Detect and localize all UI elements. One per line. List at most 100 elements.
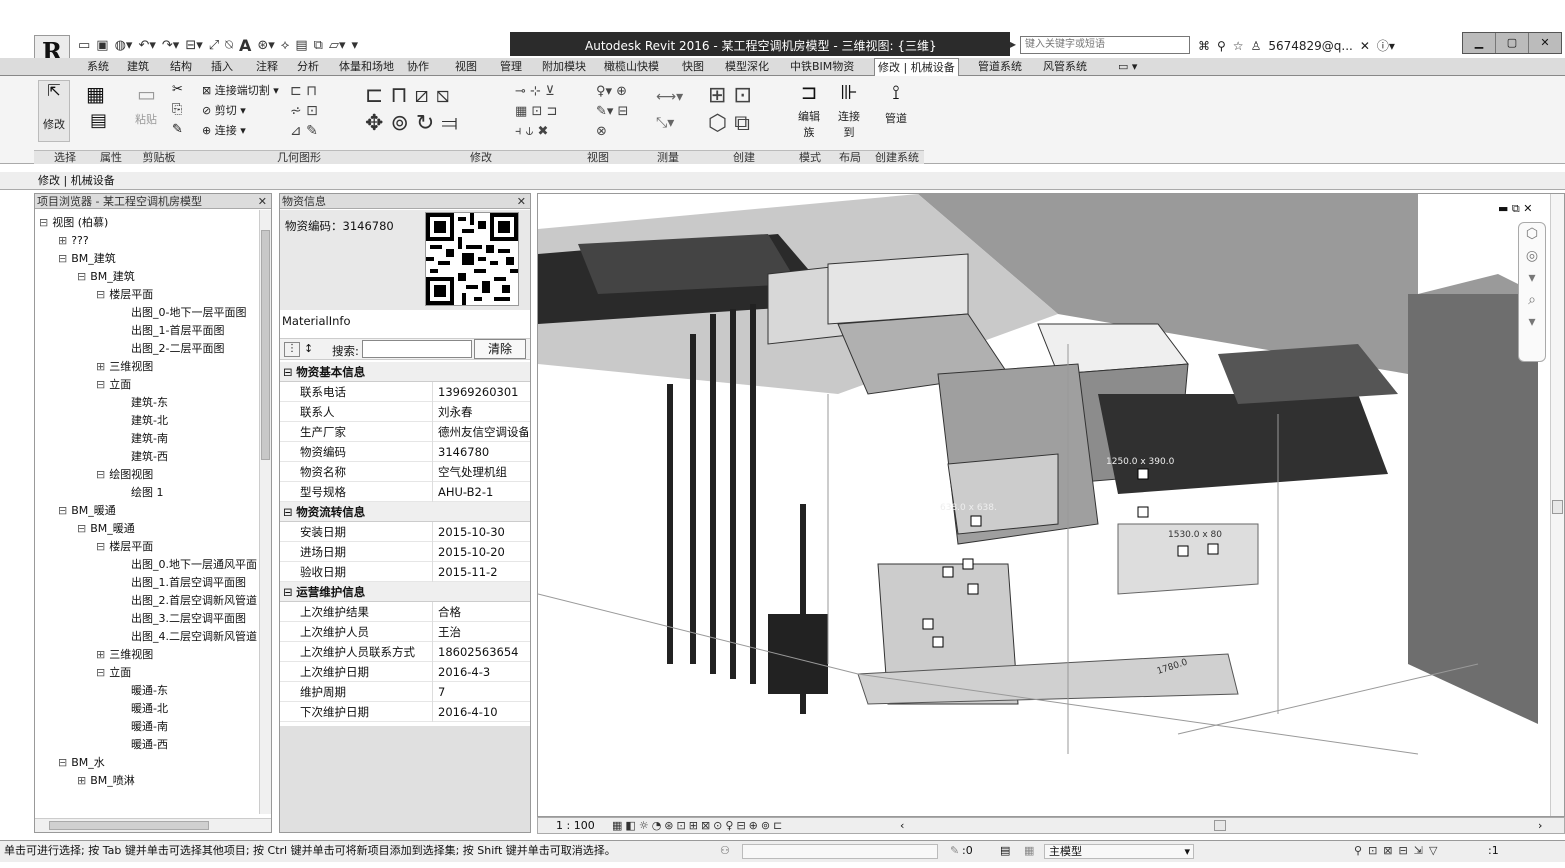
measure-between-icon[interactable]: ⟷▾ (656, 84, 683, 110)
property-value[interactable]: 3146780 (438, 442, 528, 462)
material-search-input[interactable] (362, 340, 472, 358)
property-value[interactable]: 王治 (438, 622, 528, 642)
collapse-icon[interactable]: ⊟ (96, 468, 105, 481)
thin-lines-icon[interactable]: ▤ (295, 38, 307, 53)
subscription-icon[interactable]: ⚲ (1217, 39, 1226, 53)
property-value[interactable]: 7 (438, 682, 528, 702)
zoom-icon[interactable]: ⌕ (1519, 289, 1545, 311)
collapse-icon[interactable]: ⊟ (283, 365, 296, 379)
temp-hide-icon[interactable]: ⊙ (713, 819, 725, 832)
tree-node[interactable]: 出图_4.二层空调新风管道 (115, 628, 257, 646)
switch-windows-icon[interactable]: ▱▾ (329, 38, 346, 53)
property-group-header[interactable]: ⊟ 物资基本信息 (280, 362, 530, 382)
help-search-input[interactable]: 键入关键字或短语 (1020, 36, 1190, 54)
section-icon[interactable]: ⟡ (281, 38, 290, 53)
tree-node[interactable]: 出图_0.地下一层通风平面 (115, 556, 257, 574)
tree-node[interactable]: ⊞ BM_喷淋 (77, 772, 135, 790)
tree-horizontal-scrollbar[interactable] (35, 818, 271, 832)
collapse-icon[interactable]: ⊟ (58, 504, 67, 517)
property-value[interactable]: 合格 (438, 602, 528, 622)
dimension-icon[interactable]: ⤢ (209, 38, 219, 53)
delete-icon[interactable]: ✖ (538, 124, 549, 139)
tree-node[interactable]: ⊟ 视图 (柏慕) (39, 214, 108, 232)
tree-node[interactable]: ⊟ BM_水 (58, 754, 105, 772)
tree-hscroll-thumb[interactable] (49, 821, 209, 830)
select-pinned-icon[interactable]: ⊠ (1383, 844, 1398, 857)
trim-multiple-icon[interactable]: ⫝ (526, 124, 534, 139)
tab-11[interactable]: 橄榄山快模 (601, 58, 662, 76)
align-icon[interactable]: ⊏ (365, 83, 383, 108)
property-value[interactable]: 2016-4-10 (438, 702, 528, 722)
array-icon[interactable]: ▦ (515, 104, 527, 119)
demolish-icon[interactable]: ⊿ ✎ (290, 121, 318, 141)
tab-14[interactable]: 中铁BIM物资 (787, 58, 857, 76)
design-option-dropdown[interactable]: 主模型 ▾ (1044, 844, 1194, 859)
tab-0[interactable]: 系统 (84, 58, 112, 76)
tab-4[interactable]: 注释 (253, 58, 281, 76)
viewport-vertical-scrollbar[interactable] (1550, 194, 1564, 816)
property-row[interactable]: 上次维护人员 王治 (280, 622, 530, 642)
viewbar-left-arrow-icon[interactable]: ‹ (900, 818, 904, 833)
expand-icon[interactable]: ⊞ (96, 648, 105, 661)
text-icon[interactable]: A (239, 36, 251, 55)
collapse-icon[interactable]: ⊟ (77, 270, 86, 283)
categorized-icon[interactable]: ⋮ (284, 342, 300, 357)
collapse-icon[interactable]: ⊟ (96, 540, 105, 553)
ribbon-minimize-toggle-icon[interactable]: ▭ ▾ (1115, 58, 1140, 76)
view-minimize-icon[interactable]: ▬ (1498, 202, 1508, 215)
tree-node[interactable]: ⊟ 楼层平面 (96, 286, 153, 304)
select-by-face-icon[interactable]: ⊟ (1399, 844, 1414, 857)
tree-node[interactable]: ⊟ BM_建筑 (77, 268, 135, 286)
hide-icon[interactable]: ♀▾ ⊕ (596, 82, 628, 102)
exchange-icon[interactable]: ✕ (1360, 39, 1370, 53)
property-row[interactable]: 验收日期 2015-11-2 (280, 562, 530, 582)
cut-geometry-button[interactable]: ⊘ 剪切 ▾ (202, 101, 279, 121)
tab-10[interactable]: 附加模块 (539, 58, 589, 76)
tree-node[interactable]: 出图_1-首层平面图 (115, 322, 224, 340)
match-type-icon[interactable]: ✎ (172, 120, 183, 140)
property-value[interactable]: 2015-11-2 (438, 562, 528, 582)
show-rendering-icon[interactable]: ⊛ (664, 819, 676, 832)
override-icon[interactable]: ✎▾ ⊟ (596, 102, 628, 122)
analytical-model-icon[interactable]: ⊕ (749, 819, 761, 832)
property-row[interactable]: 下次维护日期 2016-4-10 (280, 702, 530, 722)
tab-2[interactable]: 结构 (167, 58, 195, 76)
split-gap-icon[interactable]: ⊹ (530, 84, 541, 99)
tab-13[interactable]: 模型深化 (722, 58, 772, 76)
property-value[interactable]: 德州友信空调设备 (438, 422, 528, 442)
3d-view-icon[interactable]: ⊛▾ (257, 38, 274, 53)
unpin-icon[interactable]: ⊻ (545, 84, 555, 99)
redo-icon[interactable]: ↷▾ (162, 38, 179, 53)
detail-level-icon[interactable]: ▦ (612, 819, 625, 832)
tree-node[interactable]: 暖通-西 (115, 736, 168, 754)
collapse-icon[interactable]: ⊟ (39, 216, 48, 229)
join-button[interactable]: ⊕ 连接 ▾ (202, 121, 279, 141)
tab-9[interactable]: 管理 (497, 58, 525, 76)
mirror-pick-icon[interactable]: ⧄ (415, 83, 429, 108)
reveal-hidden-icon[interactable]: ♀ (725, 819, 736, 832)
main-model-icon[interactable]: ▦ (1024, 841, 1034, 861)
tab-12[interactable]: 快图 (679, 58, 707, 76)
tab-17[interactable]: 风管系统 (1040, 58, 1090, 76)
workset-icon[interactable]: ⚇ (720, 841, 730, 861)
highlight-displacement-icon[interactable]: ⊚ (761, 819, 773, 832)
tree-node[interactable]: 绘图 1 (115, 484, 164, 502)
collapse-icon[interactable]: ⊟ (58, 252, 67, 265)
property-row[interactable]: 上次维护结果 合格 (280, 602, 530, 622)
view-restore-icon[interactable]: ⧉ (1512, 202, 1520, 215)
tree-node[interactable]: ⊞??? (58, 232, 89, 250)
clear-button[interactable]: 清除 (474, 339, 526, 359)
property-value[interactable]: 13969260301 (438, 382, 528, 402)
paint-icon[interactable]: ⩫ ⊡ (290, 101, 318, 121)
zoom-dropdown-icon[interactable]: ▾ (1519, 311, 1545, 333)
select-links-icon[interactable]: ⚲ (1354, 844, 1368, 857)
property-group-header[interactable]: ⊟ 物资流转信息 (280, 502, 530, 522)
property-value[interactable]: 空气处理机组 (438, 462, 528, 482)
tree-node[interactable]: ⊞ 三维视图 (96, 646, 153, 664)
constraints-icon[interactable]: ⊏ (773, 819, 785, 832)
customize-qat-icon[interactable]: ▾ (351, 38, 358, 53)
rotate-icon[interactable]: ↻ (416, 111, 434, 136)
property-row[interactable]: 联系人 刘永春 (280, 402, 530, 422)
property-value[interactable]: 2015-10-30 (438, 522, 528, 542)
create-similar-icon[interactable]: ⧉ (734, 111, 750, 136)
